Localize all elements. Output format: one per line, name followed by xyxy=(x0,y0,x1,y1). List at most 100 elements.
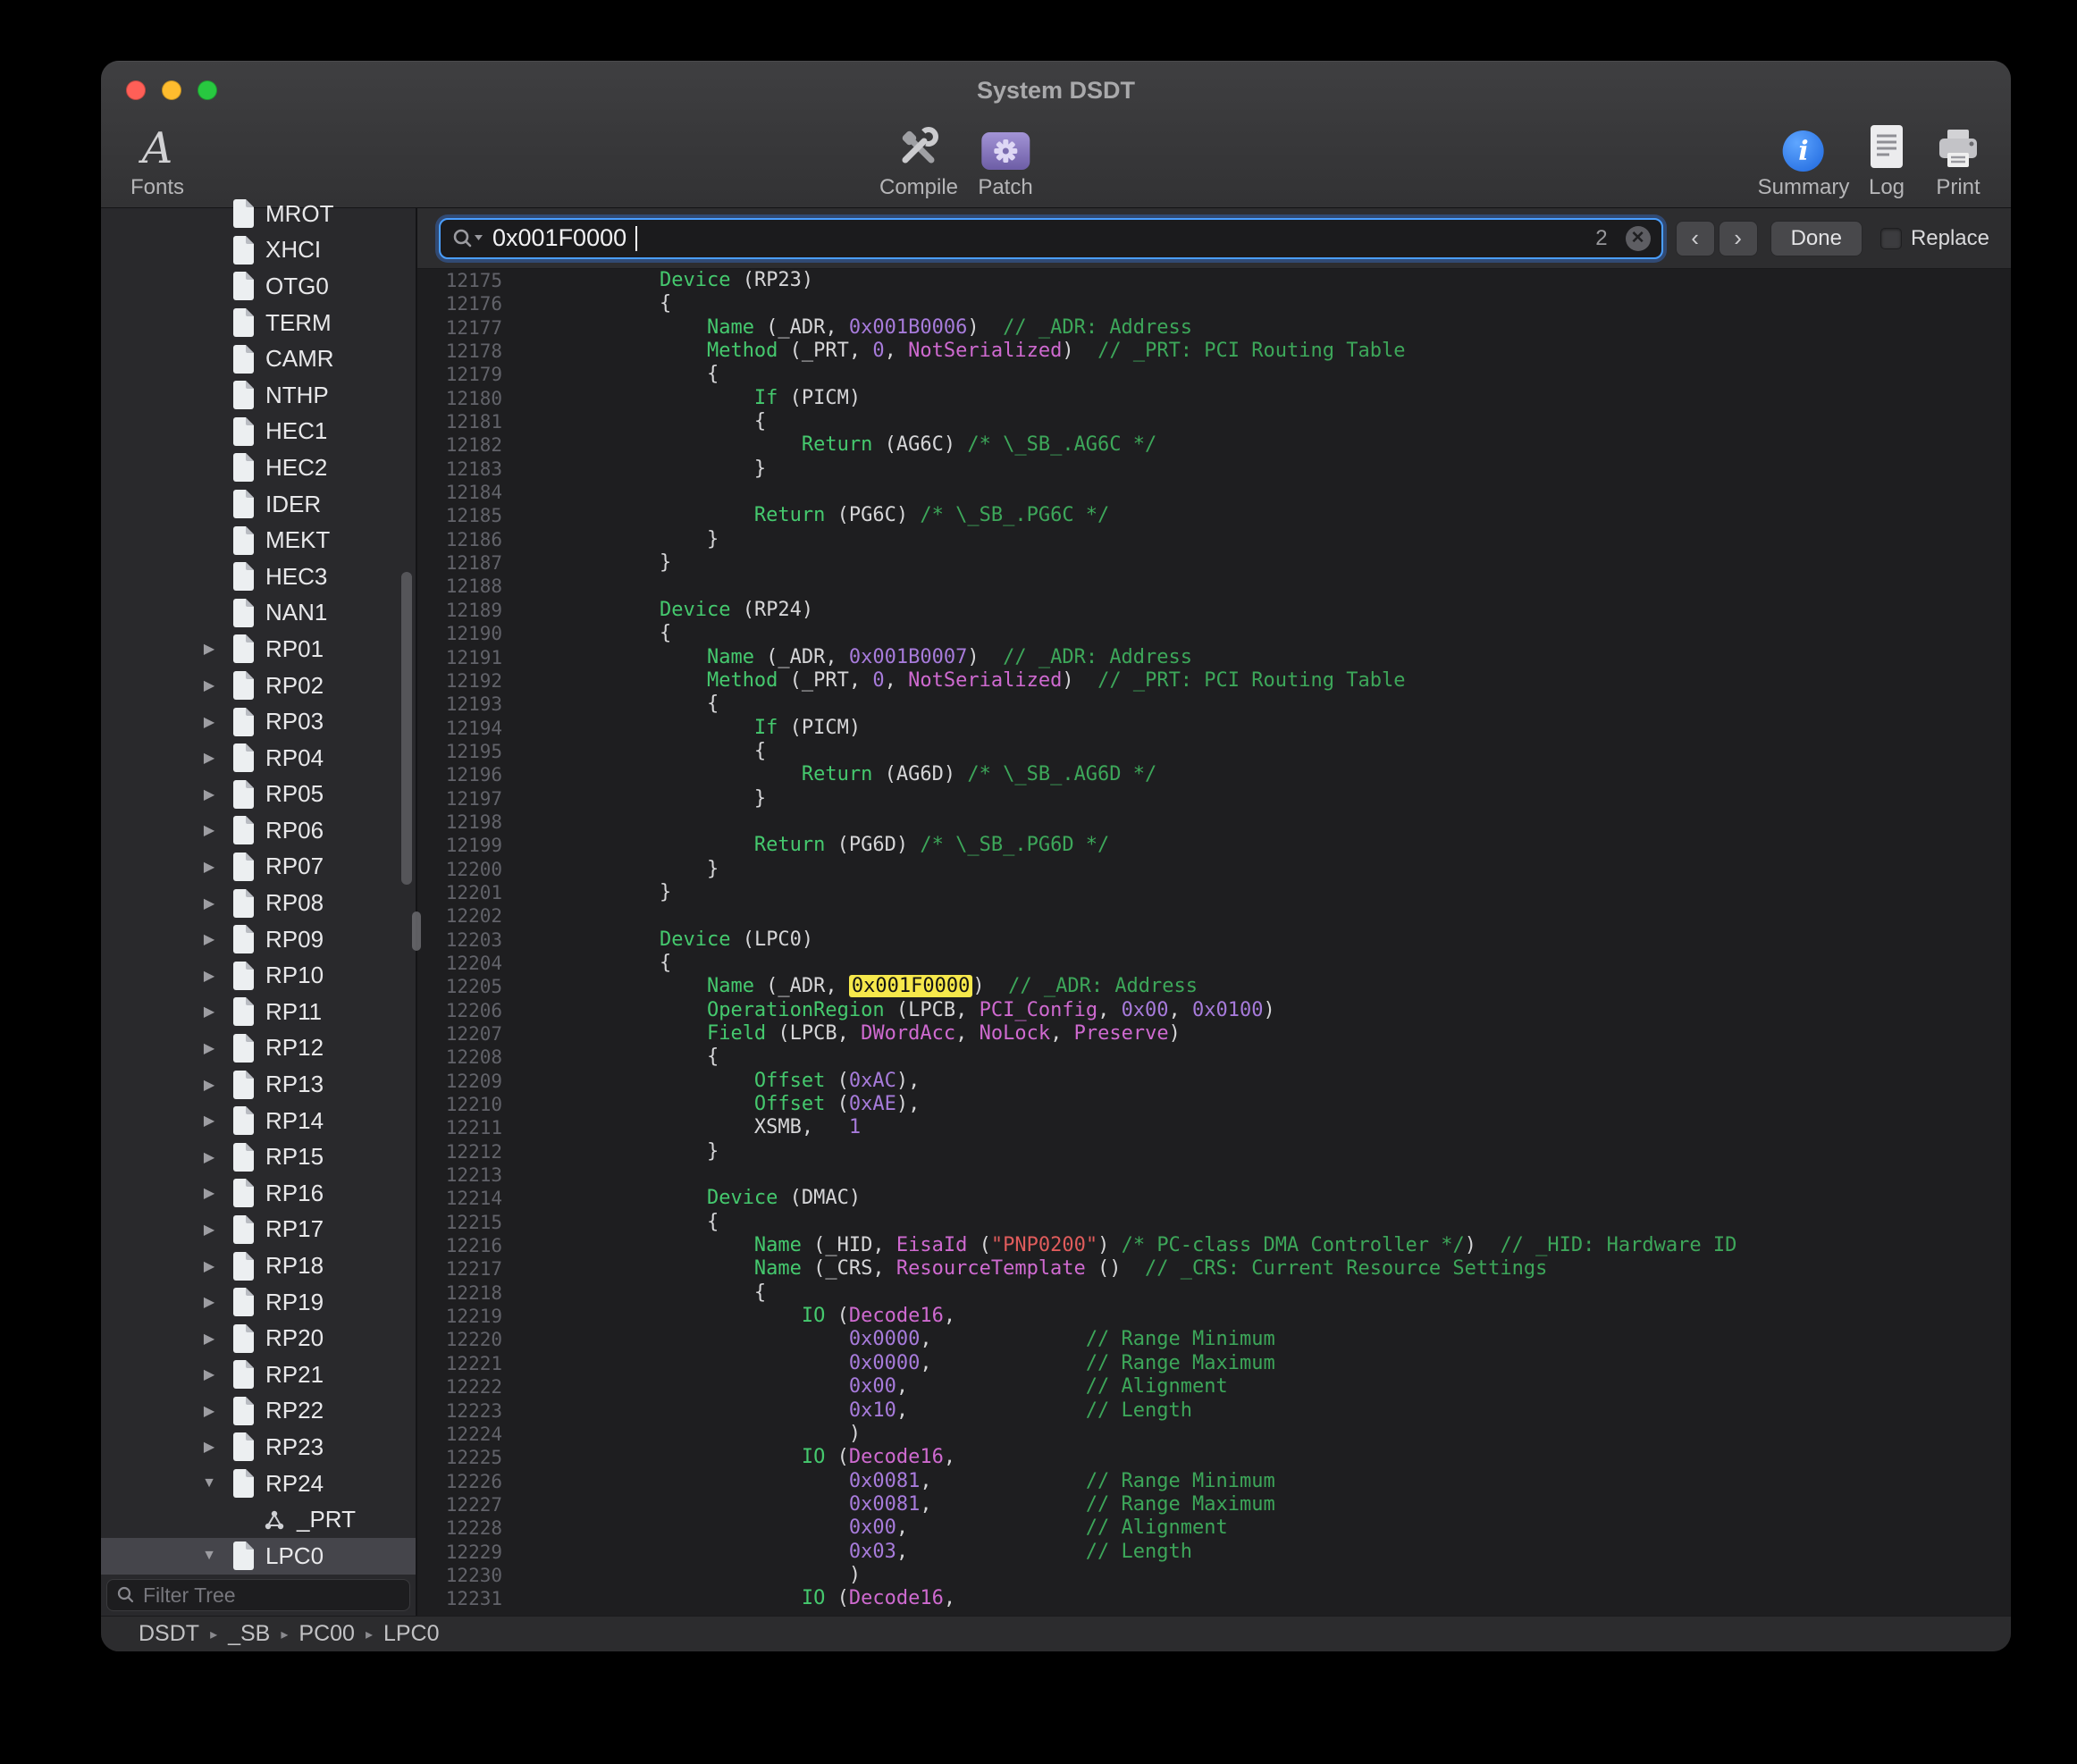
sidebar-item-rp04[interactable]: ▶RP04 xyxy=(101,740,416,777)
print-toolbar-button[interactable]: Print xyxy=(1934,116,1982,200)
sidebar-item-hec1[interactable]: HEC1 xyxy=(101,414,416,450)
code-line: 12212 } xyxy=(417,1140,2011,1163)
sidebar-item-hec2[interactable]: HEC2 xyxy=(101,449,416,486)
sidebar-item-_prt[interactable]: _PRT xyxy=(101,1501,416,1538)
sidebar-item-rp02[interactable]: ▶RP02 xyxy=(101,668,416,704)
disclosure-triangle[interactable]: ▶ xyxy=(194,1330,224,1348)
summary-label: Summary xyxy=(1758,175,1850,200)
sidebar-item-rp21[interactable]: ▶ RP21 xyxy=(101,1357,416,1393)
search-field[interactable]: 0x001F0000 2 ✕ xyxy=(439,218,1663,259)
sidebar-item-rp12[interactable]: ▶RP12 xyxy=(101,1030,416,1067)
disclosure-triangle[interactable]: ▶ xyxy=(194,1365,224,1383)
disclosure-triangle[interactable]: ▶ xyxy=(194,676,224,694)
code-text: { xyxy=(502,693,719,716)
disclosure-triangle[interactable]: ▶ xyxy=(194,1148,224,1166)
sidebar-item-rp13[interactable]: ▶RP13 xyxy=(101,1066,416,1103)
sidebar-item-rp01[interactable]: ▶RP01 xyxy=(101,631,416,668)
disclosure-triangle[interactable]: ▶ xyxy=(194,895,224,912)
sidebar-item-rp14[interactable]: ▶RP14 xyxy=(101,1103,416,1139)
sidebar-item-rp09[interactable]: ▶RP09 xyxy=(101,921,416,958)
sidebar-item-rp10[interactable]: ▶RP10 xyxy=(101,957,416,994)
disclosure-triangle[interactable]: ▶ xyxy=(194,713,224,731)
sidebar-item-lpc0[interactable]: ▼LPC0 xyxy=(101,1538,416,1575)
find-previous-button[interactable]: ‹ xyxy=(1676,221,1715,256)
summary-toolbar-button[interactable]: i Summary xyxy=(1758,116,1850,200)
breadcrumb-item-dsdt[interactable]: DSDT xyxy=(139,1621,199,1647)
code-text: Return (PG6C) /* \_SB_.PG6C */ xyxy=(502,504,1109,527)
sidebar-item-rp05[interactable]: ▶RP05 xyxy=(101,777,416,813)
disclosure-triangle[interactable]: ▶ xyxy=(194,1039,224,1057)
filter-tree-field[interactable]: Filter Tree xyxy=(106,1579,410,1611)
document-icon xyxy=(231,1397,264,1425)
sidebar-item-rp16[interactable]: ▶RP16 xyxy=(101,1175,416,1212)
sidebar-item-rp08[interactable]: ▶RP08 xyxy=(101,885,416,921)
sidebar-item-rp03[interactable]: ▶RP03 xyxy=(101,703,416,740)
breadcrumb-item-pc00[interactable]: PC00 xyxy=(299,1621,355,1647)
disclosure-triangle[interactable]: ▼ xyxy=(194,1475,224,1491)
sidebar-item-xhci[interactable]: XHCI xyxy=(101,232,416,269)
sidebar-item-nthp[interactable]: NTHP xyxy=(101,377,416,414)
disclosure-triangle[interactable]: ▶ xyxy=(194,1257,224,1275)
sidebar-item-label: RP21 xyxy=(265,1361,324,1389)
sidebar-item-term[interactable]: TERM xyxy=(101,305,416,341)
sidebar-item-rp06[interactable]: ▶RP06 xyxy=(101,812,416,849)
disclosure-triangle[interactable]: ▶ xyxy=(194,821,224,839)
done-button[interactable]: Done xyxy=(1770,221,1863,256)
code-line: 12203 Device (LPC0) xyxy=(417,928,2011,952)
sidebar-item-otg0[interactable]: OTG0 xyxy=(101,268,416,305)
disclosure-triangle[interactable]: ▶ xyxy=(194,1112,224,1130)
disclosure-triangle[interactable]: ▶ xyxy=(194,858,224,876)
replace-toggle[interactable]: Replace xyxy=(1880,226,1989,251)
sidebar-scrollbar[interactable] xyxy=(401,572,412,885)
clear-search-button[interactable]: ✕ xyxy=(1626,226,1651,251)
code-text: Method (_PRT, 0, NotSerialized) // _PRT:… xyxy=(502,669,1405,693)
sidebar-item-mrot[interactable]: MROT xyxy=(101,196,416,232)
sidebar-item-ider[interactable]: IDER xyxy=(101,486,416,523)
sidebar-item-nan1[interactable]: NAN1 xyxy=(101,595,416,632)
sidebar-item-label: RP22 xyxy=(265,1397,324,1424)
patch-toolbar-button[interactable]: Patch xyxy=(978,116,1032,200)
breadcrumb-item-lpc0[interactable]: LPC0 xyxy=(383,1621,440,1647)
sidebar-item-rp22[interactable]: ▶ RP22 xyxy=(101,1393,416,1430)
sidebar-item-rp18[interactable]: ▶RP18 xyxy=(101,1247,416,1284)
disclosure-triangle[interactable]: ▶ xyxy=(194,1221,224,1239)
sidebar-item-rp15[interactable]: ▶RP15 xyxy=(101,1138,416,1175)
sidebar-item-rp11[interactable]: ▶RP11 xyxy=(101,994,416,1030)
line-number: 12189 xyxy=(417,599,502,622)
disclosure-triangle[interactable]: ▶ xyxy=(194,1003,224,1021)
disclosure-triangle[interactable]: ▶ xyxy=(194,749,224,767)
sidebar-item-rp17[interactable]: ▶RP17 xyxy=(101,1212,416,1248)
pane-divider[interactable] xyxy=(416,208,417,1616)
disclosure-triangle[interactable]: ▶ xyxy=(194,930,224,948)
disclosure-triangle[interactable]: ▶ xyxy=(194,1438,224,1456)
splitter-handle[interactable] xyxy=(412,911,421,951)
sidebar-item-rp20[interactable]: ▶RP20 xyxy=(101,1320,416,1357)
find-next-button[interactable]: › xyxy=(1719,221,1758,256)
sidebar-item-label: OTG0 xyxy=(265,273,329,300)
sidebar-item-camr[interactable]: CAMR xyxy=(101,340,416,377)
disclosure-triangle[interactable]: ▶ xyxy=(194,967,224,985)
sidebar-item-rp23[interactable]: ▶RP23 xyxy=(101,1429,416,1466)
sidebar-item-hec3[interactable]: HEC3 xyxy=(101,559,416,595)
sidebar-item-rp24[interactable]: ▼RP24 xyxy=(101,1466,416,1502)
disclosure-triangle[interactable]: ▶ xyxy=(194,785,224,803)
compile-toolbar-button[interactable]: Compile xyxy=(879,116,958,200)
sidebar-item-rp19[interactable]: ▶RP19 xyxy=(101,1284,416,1321)
breadcrumb-item-_sb[interactable]: _SB xyxy=(228,1621,270,1647)
disclosure-triangle[interactable]: ▶ xyxy=(194,1402,224,1420)
code-line: 12194 If (PICM) xyxy=(417,717,2011,740)
disclosure-triangle[interactable]: ▶ xyxy=(194,640,224,658)
disclosure-triangle[interactable]: ▶ xyxy=(194,1076,224,1094)
code-editor[interactable]: 12175 Device (RP23)12176 {12177 Name (_A… xyxy=(417,269,2011,1616)
disclosure-triangle[interactable]: ▶ xyxy=(194,1293,224,1311)
log-toolbar-button[interactable]: Log xyxy=(1866,116,1907,200)
sidebar-item-mekt[interactable]: MEKT xyxy=(101,522,416,559)
find-bar: 0x001F0000 2 ✕ ‹ › Done Replace xyxy=(417,208,2011,269)
sidebar-item-rp07[interactable]: ▶RP07 xyxy=(101,849,416,886)
replace-checkbox[interactable] xyxy=(1880,228,1902,249)
disclosure-triangle[interactable]: ▼ xyxy=(194,1548,224,1564)
disclosure-triangle[interactable]: ▶ xyxy=(194,1184,224,1202)
code-line: 12204 { xyxy=(417,952,2011,975)
fonts-toolbar-button[interactable]: A Fonts xyxy=(117,116,198,200)
code-text: 0x00, // Alignment xyxy=(502,1375,1228,1399)
